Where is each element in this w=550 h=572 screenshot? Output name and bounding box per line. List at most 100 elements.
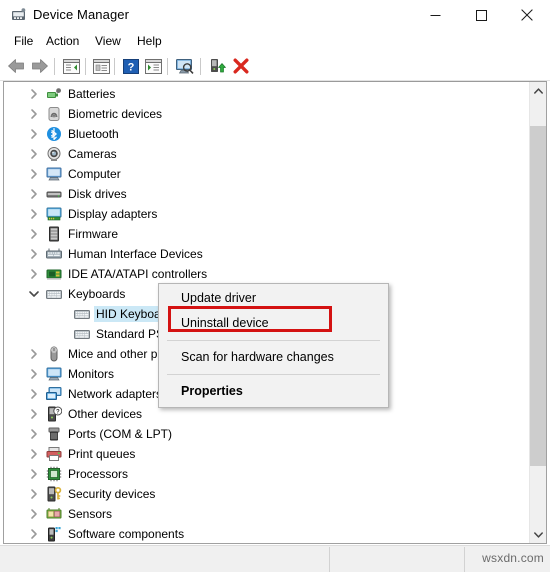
tree-item-label: Cameras: [68, 147, 117, 161]
toolbar-separator: [167, 58, 168, 75]
chevron-right-icon[interactable]: [28, 428, 40, 440]
context-menu-item-properties[interactable]: Properties: [159, 379, 388, 404]
tree-item-bluetooth[interactable]: Bluetooth: [4, 124, 529, 144]
tree-item-display-adapters[interactable]: Display adapters: [4, 204, 529, 224]
camera-icon: [46, 146, 62, 162]
tree-item-ide-ata-atapi-controllers[interactable]: IDE ATA/ATAPI controllers: [4, 264, 529, 284]
chevron-right-icon[interactable]: [28, 348, 40, 360]
menu-item-help[interactable]: Help: [132, 33, 167, 51]
chevron-right-icon[interactable]: [28, 388, 40, 400]
tree-item-sensors[interactable]: Sensors: [4, 504, 529, 524]
chevron-right-icon[interactable]: [28, 148, 40, 160]
help-icon[interactable]: ?: [120, 55, 142, 77]
svg-text:?: ?: [56, 409, 60, 415]
chevron-right-icon[interactable]: [28, 88, 40, 100]
chevron-right-icon[interactable]: [28, 248, 40, 260]
sensor-icon: [46, 506, 62, 522]
display-adapter-icon: [46, 206, 62, 222]
chevron-right-icon[interactable]: [28, 208, 40, 220]
tree-item-security-devices[interactable]: Security devices: [4, 484, 529, 504]
tree-item-cameras[interactable]: Cameras: [4, 144, 529, 164]
tree-item-disk-drives[interactable]: Disk drives: [4, 184, 529, 204]
svg-text:?: ?: [128, 61, 135, 73]
mouse-icon: [46, 346, 62, 362]
processor-icon: [46, 466, 62, 482]
properties-icon[interactable]: [90, 55, 112, 77]
chevron-right-icon[interactable]: [28, 228, 40, 240]
context-menu-separator: [167, 374, 380, 375]
back-icon[interactable]: [5, 55, 27, 77]
disk-drive-icon: [46, 186, 62, 202]
chevron-right-icon[interactable]: [28, 488, 40, 500]
chevron-right-icon[interactable]: [28, 408, 40, 420]
tree-item-human-interface-devices[interactable]: Human Interface Devices: [4, 244, 529, 264]
tree-item-processors[interactable]: Processors: [4, 464, 529, 484]
device-manager-icon: [11, 7, 27, 23]
chevron-down-icon[interactable]: [28, 288, 40, 300]
minimize-button[interactable]: [412, 0, 458, 30]
chevron-right-icon[interactable]: [28, 368, 40, 380]
scroll-down-button[interactable]: [530, 526, 546, 543]
menu-bar: File Action View Help: [0, 30, 550, 52]
context-menu-item-uninstall-device[interactable]: Uninstall device: [159, 311, 388, 336]
printer-icon: [46, 446, 62, 462]
maximize-button[interactable]: [458, 0, 504, 30]
toolbar: ?: [0, 52, 550, 81]
context-menu[interactable]: Update driver Uninstall device Scan for ha…: [158, 283, 389, 408]
tree-item-label: Keyboards: [68, 287, 126, 301]
status-pane-1: [0, 547, 330, 572]
tree-item-batteries[interactable]: Batteries: [4, 84, 529, 104]
tree-item-label: Mice and other p: [68, 347, 158, 361]
tree-item-label: Print queues: [68, 447, 136, 461]
chevron-right-icon[interactable]: [28, 168, 40, 180]
menu-item-file[interactable]: File: [9, 33, 38, 51]
show-hide-action-pane-icon[interactable]: [142, 55, 164, 77]
tree-item-label: Software components: [68, 527, 185, 541]
chevron-right-icon[interactable]: [28, 268, 40, 280]
tree-item-label: Network adapters: [68, 387, 163, 401]
tree-item-label: Security devices: [68, 487, 156, 501]
tree-item-label: Computer: [68, 167, 121, 181]
chevron-right-icon[interactable]: [28, 108, 40, 120]
show-hide-console-tree-icon[interactable]: [60, 55, 82, 77]
tree-item-label: Display adapters: [68, 207, 158, 221]
menu-item-action[interactable]: Action: [41, 33, 84, 51]
battery-icon: [46, 86, 62, 102]
tree-item-label: Biometric devices: [68, 107, 163, 121]
update-driver-icon[interactable]: [206, 55, 228, 77]
tree-item-biometric-devices[interactable]: Biometric devices: [4, 104, 529, 124]
watermark-text: wsxdn.com: [482, 551, 544, 565]
context-menu-item-scan-for-hardware-changes[interactable]: Scan for hardware changes: [159, 345, 388, 370]
chevron-right-icon[interactable]: [28, 128, 40, 140]
toolbar-separator: [114, 58, 115, 75]
tree-item-ports-com-lpt[interactable]: Ports (COM & LPT): [4, 424, 529, 444]
chevron-right-icon[interactable]: [28, 448, 40, 460]
context-menu-item-update-driver[interactable]: Update driver: [159, 286, 388, 311]
vertical-scrollbar[interactable]: [529, 82, 546, 543]
tree-item-label: IDE ATA/ATAPI controllers: [68, 267, 208, 281]
tree-item-label: Firmware: [68, 227, 118, 241]
chevron-right-icon[interactable]: [28, 528, 40, 540]
toolbar-separator: [200, 58, 201, 75]
tree-item-software-components[interactable]: Software components: [4, 524, 529, 543]
chevron-right-icon[interactable]: [28, 188, 40, 200]
scan-for-hardware-changes-icon[interactable]: [174, 55, 196, 77]
uninstall-device-icon[interactable]: [230, 55, 252, 77]
tree-item-label: Disk drives: [68, 187, 127, 201]
scroll-up-button[interactable]: [530, 82, 546, 99]
tree-item-firmware[interactable]: Firmware: [4, 224, 529, 244]
close-button[interactable]: [504, 0, 550, 30]
chevron-right-icon[interactable]: [28, 508, 40, 520]
fingerprint-icon: [46, 106, 62, 122]
port-icon: [46, 426, 62, 442]
tree-item-label: Human Interface Devices: [68, 247, 203, 261]
forward-icon[interactable]: [28, 55, 50, 77]
menu-item-view[interactable]: View: [90, 33, 126, 51]
tree-item-print-queues[interactable]: Print queues: [4, 444, 529, 464]
scrollbar-thumb[interactable]: [530, 126, 546, 466]
toolbar-separator: [54, 58, 55, 75]
toolbar-separator: [85, 58, 86, 75]
tree-item-label: Other devices: [68, 407, 143, 421]
tree-item-computer[interactable]: Computer: [4, 164, 529, 184]
chevron-right-icon[interactable]: [28, 468, 40, 480]
